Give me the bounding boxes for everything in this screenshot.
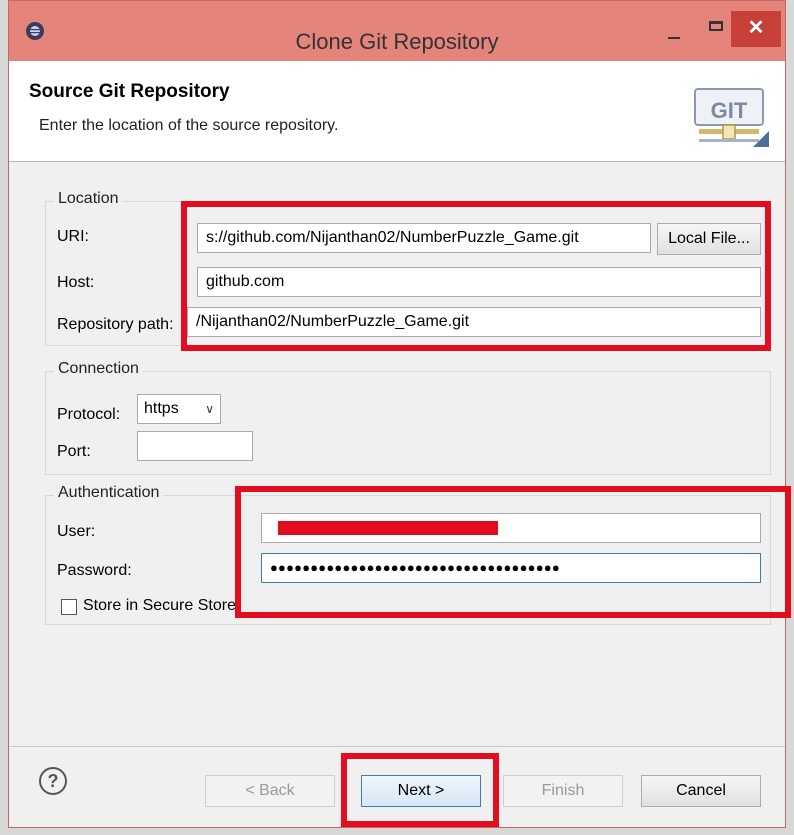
minimize-button[interactable] xyxy=(655,15,695,45)
chevron-down-icon: ∨ xyxy=(205,402,214,416)
location-group-label: Location xyxy=(54,190,123,208)
help-icon[interactable]: ? xyxy=(39,767,67,795)
back-button[interactable]: < Back xyxy=(205,775,335,807)
repository-path-input[interactable]: /Nijanthan02/NumberPuzzle_Game.git xyxy=(187,307,761,337)
store-secure-label: Store in Secure Store xyxy=(83,597,236,614)
host-label: Host: xyxy=(57,274,95,291)
authentication-group-label: Authentication xyxy=(54,484,164,502)
user-input[interactable] xyxy=(261,513,761,543)
maximize-button[interactable] xyxy=(701,15,735,45)
host-input[interactable]: github.com xyxy=(197,267,761,297)
next-button[interactable]: Next > xyxy=(361,775,481,807)
password-label: Password: xyxy=(57,562,132,579)
git-logo-icon: GIT xyxy=(694,88,769,147)
git-logo-text: GIT xyxy=(711,98,748,123)
clone-git-repository-dialog: Clone Git Repository ✕ Source Git Reposi… xyxy=(8,0,791,828)
local-file-button[interactable]: Local File... xyxy=(657,223,761,255)
protocol-label: Protocol: xyxy=(57,406,121,423)
store-secure-checkbox[interactable] xyxy=(61,599,77,615)
close-button[interactable]: ✕ xyxy=(731,11,781,47)
repository-path-label: Repository path: xyxy=(57,316,174,333)
cancel-button[interactable]: Cancel xyxy=(641,775,761,807)
user-label: User: xyxy=(57,523,96,540)
redacted-username xyxy=(278,521,498,535)
title-bar: Clone Git Repository ✕ xyxy=(9,1,785,61)
port-label: Port: xyxy=(57,443,91,460)
uri-label: URI: xyxy=(57,228,89,245)
password-input[interactable]: ●●●●●●●●●●●●●●●●●●●●●●●●●●●●●●●●●●●● xyxy=(261,553,761,583)
protocol-value: https xyxy=(144,400,179,417)
page-title: Source Git Repository xyxy=(29,81,230,102)
finish-button[interactable]: Finish xyxy=(503,775,623,807)
page-description: Enter the location of the source reposit… xyxy=(39,117,339,134)
connection-group-label: Connection xyxy=(54,360,143,378)
port-input[interactable] xyxy=(137,431,253,461)
uri-input[interactable]: s://github.com/Nijanthan02/NumberPuzzle_… xyxy=(197,223,651,253)
button-bar-separator xyxy=(9,746,785,747)
protocol-select[interactable]: https ∨ xyxy=(137,394,221,424)
wizard-header: Source Git Repository Enter the location… xyxy=(9,61,785,162)
